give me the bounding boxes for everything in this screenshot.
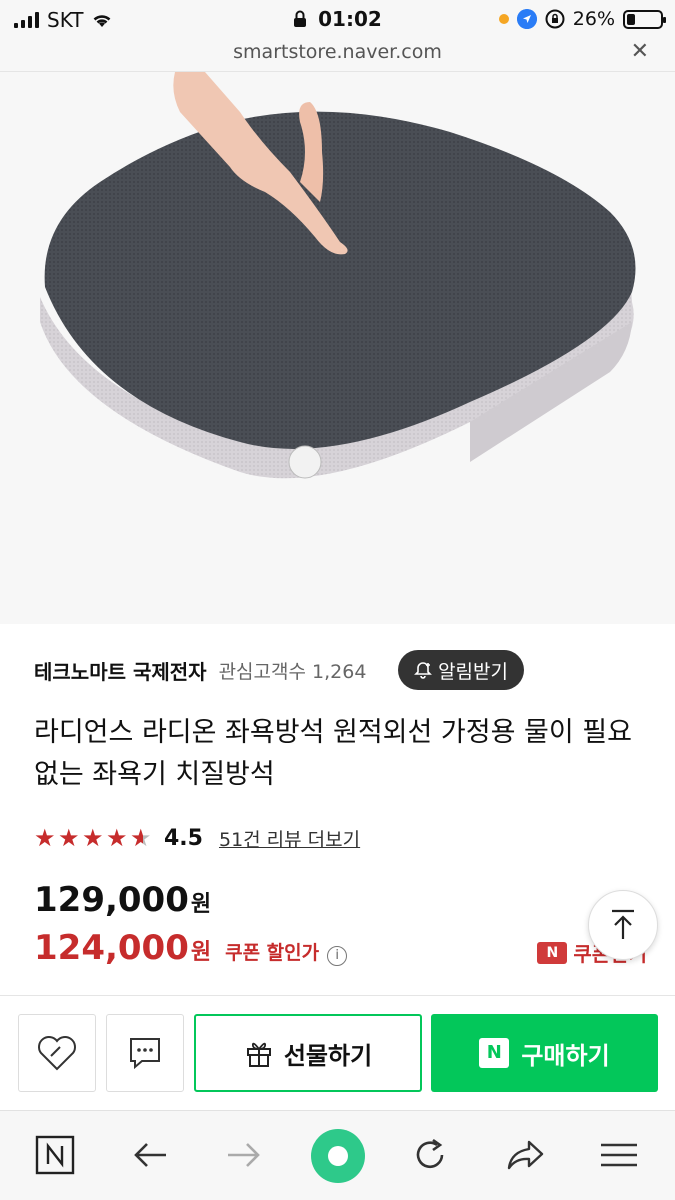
battery-level xyxy=(627,13,635,25)
heart-icon xyxy=(38,1036,76,1071)
status-bar: SKT 01:02 26% xyxy=(0,0,675,38)
naver-pay-icon: N xyxy=(479,1038,510,1068)
bell-icon xyxy=(414,662,433,679)
buy-button-label: 구매하기 xyxy=(521,1041,610,1070)
naver-n-icon xyxy=(35,1135,75,1175)
original-price-value: 129,000 xyxy=(34,880,189,920)
product-image-carousel[interactable] xyxy=(0,72,675,624)
chat-bubble-icon xyxy=(130,1038,160,1070)
star-icon: ★ xyxy=(130,824,154,852)
naver-n-icon: N xyxy=(537,941,568,964)
rotation-lock-icon xyxy=(545,9,565,29)
arrow-up-icon xyxy=(612,909,634,939)
seller-name[interactable]: 테크노마트 국제전자 xyxy=(34,656,207,685)
sale-price-unit: 원 xyxy=(190,940,212,965)
scroll-top-button[interactable] xyxy=(588,890,658,960)
sale-price: 124,000 원 쿠폰 할인가 i xyxy=(34,928,348,968)
alarm-button[interactable]: 알림받기 xyxy=(398,650,524,690)
close-icon[interactable]: ✕ xyxy=(631,39,649,64)
product-title: 라디언스 라디온 좌욕방석 원적외선 가정용 물이 필요없는 좌욕기 치질방석 xyxy=(34,717,632,790)
battery-icon xyxy=(623,9,666,29)
purchase-action-bar: 선물하기 N 구매하기 xyxy=(0,995,675,1110)
info-icon[interactable]: i xyxy=(327,946,348,966)
menu-button[interactable] xyxy=(597,1133,641,1177)
hamburger-menu-icon xyxy=(601,1143,637,1167)
star-rating: ★ ★ ★ ★ ★ xyxy=(34,824,154,852)
wishlist-button[interactable] xyxy=(18,1014,96,1092)
status-right: 26% xyxy=(498,8,666,30)
location-icon xyxy=(516,9,537,29)
star-icon: ★ xyxy=(106,824,128,852)
url-text[interactable]: smartstore.naver.com xyxy=(0,41,675,63)
rating-row: ★ ★ ★ ★ ★ 4.5 51건 리뷰 더보기 xyxy=(34,824,360,852)
coupon-discount-label: 쿠폰 할인가 xyxy=(225,942,320,964)
sale-price-value: 124,000 xyxy=(34,928,189,968)
share-button[interactable] xyxy=(503,1133,547,1177)
lock-icon xyxy=(294,10,307,27)
original-price: 129,000원 xyxy=(34,880,211,920)
original-price-unit: 원 xyxy=(190,892,212,917)
browser-toolbar xyxy=(0,1110,675,1200)
url-bar[interactable]: smartstore.naver.com ✕ xyxy=(0,38,675,72)
green-dot-icon xyxy=(311,1129,365,1183)
green-dot-button[interactable] xyxy=(310,1128,366,1184)
gift-button-label: 선물하기 xyxy=(283,1041,373,1070)
star-icon: ★ xyxy=(34,824,56,852)
clock: 01:02 xyxy=(318,7,382,31)
back-button[interactable] xyxy=(128,1133,172,1177)
alarm-button-label: 알림받기 xyxy=(438,660,508,683)
star-icon: ★ xyxy=(82,824,104,852)
gift-button[interactable]: 선물하기 xyxy=(194,1014,422,1092)
star-icon: ★ xyxy=(58,824,80,852)
recording-dot-icon xyxy=(498,14,509,24)
follower-count: 관심고객수 1,264 xyxy=(218,660,367,683)
gift-icon xyxy=(246,1042,271,1067)
refresh-icon xyxy=(416,1138,444,1169)
arrow-left-icon xyxy=(134,1143,166,1167)
review-link[interactable]: 51건 리뷰 더보기 xyxy=(219,825,360,852)
product-photo xyxy=(0,72,675,624)
forward-button[interactable] xyxy=(222,1133,266,1177)
buy-button[interactable]: N 구매하기 xyxy=(431,1014,658,1092)
battery-percent: 26% xyxy=(572,8,615,30)
naver-home-button[interactable] xyxy=(33,1133,77,1177)
seller-row: 테크노마트 국제전자 관심고객수 1,264 알림받기 xyxy=(34,650,644,690)
share-icon xyxy=(507,1140,544,1170)
arrow-right-icon xyxy=(228,1143,260,1167)
refresh-button[interactable] xyxy=(408,1133,452,1177)
rating-score: 4.5 xyxy=(164,825,203,851)
inquiry-button[interactable] xyxy=(106,1014,184,1092)
